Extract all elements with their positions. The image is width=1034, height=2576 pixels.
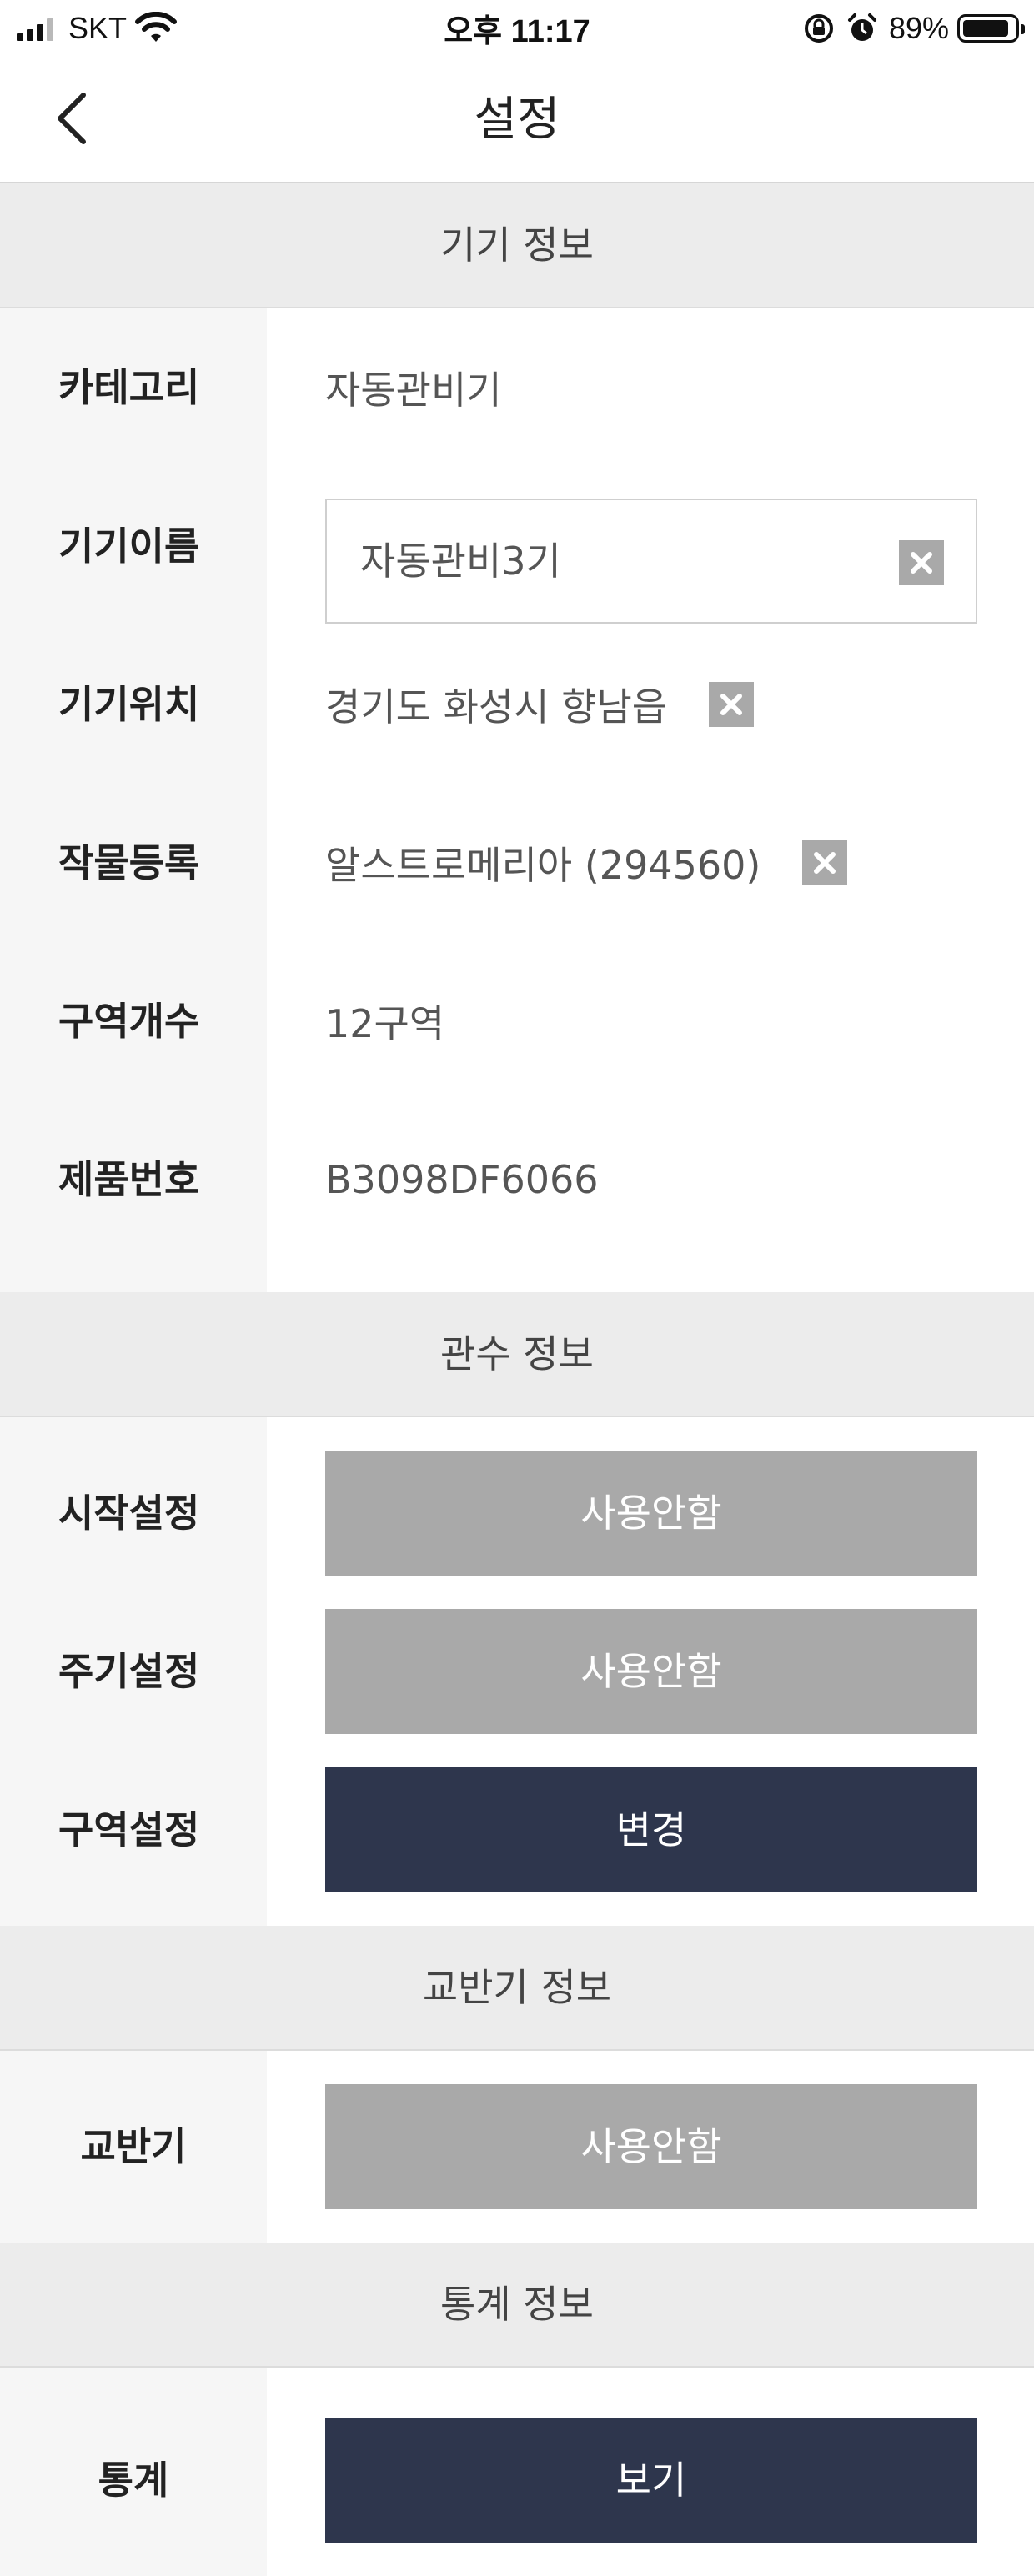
clear-crop-button[interactable] [802,840,848,885]
row-zone-count: 구역개수 12구역 [0,942,1034,1100]
category-label: 카테고리 [58,365,200,410]
close-icon [814,852,836,874]
start-setting-button[interactable]: 사용안함 [325,1451,977,1576]
section-header-irrigation-info: 관수 정보 [0,1292,1034,1417]
section-header-stats-info: 통계 정보 [0,2243,1034,2368]
device-location-value-wrap: 경기도 화성시 향남읍 [325,625,755,784]
start-setting-label: 시작설정 [58,1491,200,1536]
section-device-info: 카테고리 자동관비기 기기이름 자동관비3기 기기위치 경기도 화성시 향남읍 [0,308,1034,1292]
mixer-button[interactable]: 사용안함 [325,2084,977,2209]
page-title: 설정 [474,93,560,147]
zone-count-value-wrap: 12구역 [325,942,444,1100]
mixer-label: 교반기 [80,2124,187,2169]
category-value-wrap: 자동관비기 [325,308,502,467]
close-icon [720,694,743,715]
status-bar: SKT 오후 11:17 89% [0,0,1034,58]
crop-label: 작물등록 [58,840,200,885]
chevron-left-icon [58,93,86,144]
stats-view-button[interactable]: 보기 [325,2418,977,2543]
crop-value: 알스트로메리아 (294560) [325,843,761,888]
row-stats: 통계 보기 [0,2401,1034,2559]
crop-value-wrap: 알스트로메리아 (294560) [325,784,848,942]
device-name-value[interactable]: 자동관비3기 [360,500,561,622]
section-stats-info: 통계 보기 [0,2368,1034,2576]
section-header-device-info: 기기 정보 [0,183,1034,308]
close-icon [911,552,932,574]
navigation-bar: 설정 [0,58,1034,183]
row-start-setting: 시작설정 사용안함 [0,1434,1034,1592]
clear-location-button[interactable] [709,682,755,727]
row-device-location: 기기위치 경기도 화성시 향남읍 [0,625,1034,784]
row-category: 카테고리 자동관비기 [0,308,1034,467]
section-irrigation-info: 시작설정 사용안함 주기설정 사용안함 구역설정 변경 [0,1417,1034,1926]
rotation-lock-icon [804,14,833,43]
row-zone-setting: 구역설정 변경 [0,1751,1034,1909]
serial-value-wrap: B3098DF6066 [325,1100,599,1259]
row-mixer: 교반기 사용안함 [0,2067,1034,2226]
battery-percent: 89% [888,11,949,45]
serial-label: 제품번호 [58,1157,200,1202]
alarm-icon [847,13,876,41]
row-device-name: 기기이름 자동관비3기 [0,467,1034,625]
stats-label: 통계 [98,2458,169,2503]
status-right: 89% [802,10,1025,47]
row-crop: 작물등록 알스트로메리아 (294560) [0,784,1034,942]
zone-setting-label: 구역설정 [58,1807,200,1852]
device-name-label: 기기이름 [58,524,200,569]
zone-count-value: 12구역 [325,1001,445,1046]
zone-count-label: 구역개수 [58,999,200,1044]
row-cycle-setting: 주기설정 사용안함 [0,1592,1034,1751]
clear-device-name-button[interactable] [899,540,944,585]
device-location-label: 기기위치 [58,682,200,727]
battery-icon [957,14,1025,43]
device-location-value: 경기도 화성시 향남읍 [325,684,668,729]
zone-setting-change-button[interactable]: 변경 [325,1767,977,1892]
cycle-setting-button[interactable]: 사용안함 [325,1609,977,1734]
back-button[interactable] [42,83,108,150]
section-mixer-info: 교반기 사용안함 [0,2051,1034,2243]
row-serial: 제품번호 B3098DF6066 [0,1100,1034,1259]
cycle-setting-label: 주기설정 [58,1649,200,1694]
device-name-input[interactable]: 자동관비3기 [325,499,977,624]
section-header-mixer-info: 교반기 정보 [0,1926,1034,2051]
serial-value: B3098DF6066 [325,1157,599,1202]
category-value: 자동관비기 [325,368,502,413]
